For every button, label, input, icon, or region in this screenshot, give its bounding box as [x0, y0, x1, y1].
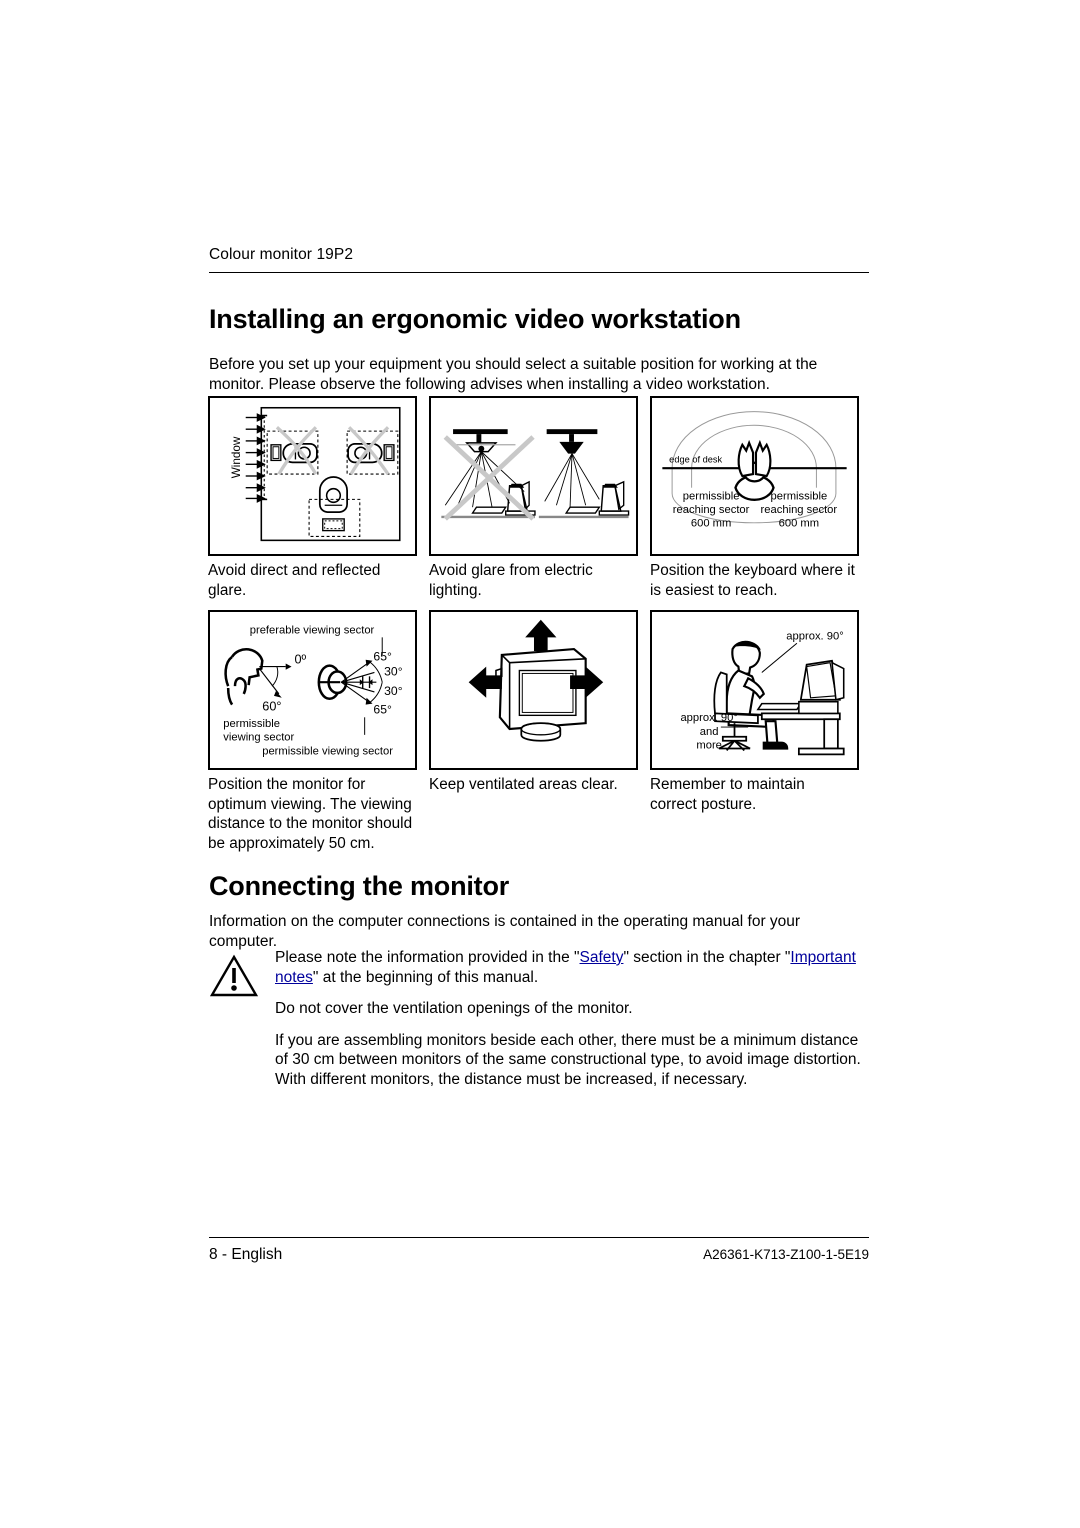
workstation-bottom — [308, 476, 361, 537]
footer-rule — [209, 1237, 869, 1238]
figure-label-approx-90-left-3: more — [696, 740, 722, 752]
note-paragraph-3: If you are assembling monitors beside ea… — [275, 1031, 861, 1088]
figure-label-edge-of-desk: edge of desk — [669, 454, 722, 464]
running-header: Colour monitor 19P2 — [209, 246, 869, 264]
link-safety[interactable]: Safety — [580, 949, 624, 966]
footer-document-number: A26361-K713-Z100-1-5E19 — [703, 1247, 869, 1262]
page-footer: 8 - English A26361-K713-Z100-1-5E19 — [209, 1246, 869, 1264]
figure-box-avoid-glare-lighting — [429, 396, 638, 556]
seated-person — [725, 640, 789, 750]
figure-label-angle-30-top: 30° — [384, 664, 403, 678]
intro-paragraph-ergonomic: Before you set up your equipment you sho… — [209, 356, 818, 393]
figure-caption-avoid-glare-window: Avoid direct and reflected glare. — [208, 562, 381, 599]
warning-triangle-glyph — [209, 954, 259, 997]
figure-caption-viewing-sector: Position the monitor for optimum viewing… — [208, 776, 413, 852]
figure-cell-viewing-sector: preferable viewing sector 0º 60° permiss… — [208, 610, 417, 853]
figure-label-angle-30-bottom: 30° — [384, 684, 403, 698]
figure-caption-keyboard-reach: Position the keyboard where it is easies… — [650, 562, 855, 599]
running-head-text: Colour monitor 19P2 — [209, 246, 354, 263]
diagram-avoid-glare-window: Window — [230, 406, 401, 542]
figure-label-window: Window — [230, 436, 243, 478]
figure-label-left-sector-1: permissible — [683, 490, 740, 502]
figure-label-right-sector-3: 600 mm — [779, 518, 819, 530]
diagram-avoid-glare-lighting — [441, 429, 630, 521]
note-body: Please note the information provided in … — [271, 948, 874, 1089]
intro-paragraph-connecting: Information on the computer connections … — [209, 913, 801, 950]
figure-box-keyboard-reach: edge of desk permissible reaching sector — [650, 396, 859, 556]
figure-row-2: preferable viewing sector 0º 60° permiss… — [208, 610, 860, 853]
note-p1-part1: Please note the information provided in … — [275, 949, 580, 966]
note-paragraph-1: Please note the information provided in … — [275, 948, 874, 987]
figure-label-permissible-2: viewing sector — [223, 732, 294, 744]
figure-grid: Window Avoid direct and reflected glare.… — [208, 396, 860, 853]
figure-label-approx-90-left-1: approx. 90° — [680, 712, 737, 724]
figure-label-angle-65-bottom: 65° — [373, 702, 392, 716]
figure-label-angle-60: 60° — [262, 699, 281, 713]
page-title-ergonomic: Installing an ergonomic video workstatio… — [209, 304, 741, 334]
figure-cell-posture: approx. 90° approx. 90° and more Remembe… — [650, 610, 859, 814]
person-top-view — [734, 439, 775, 501]
figure-label-approx-90-left-2: and — [700, 726, 719, 738]
page-title-connecting: Connecting the monitor — [209, 871, 510, 901]
figure-caption-avoid-glare-lighting: Avoid glare from electric lighting. — [429, 562, 593, 599]
header-rule — [209, 272, 869, 273]
figure-cell-keyboard-reach: edge of desk permissible reaching sector — [650, 396, 859, 600]
figure-cell-avoid-glare-lighting: Avoid glare from electric lighting. — [429, 396, 638, 600]
lighting-good — [538, 429, 630, 519]
workstation-left — [266, 426, 319, 475]
note-p1-part3: " at the beginning of this manual. — [312, 968, 539, 986]
figure-label-right-sector-1: permissible — [771, 490, 828, 502]
figure-label-approx-90-top: approx. 90° — [786, 630, 843, 642]
document-page: Colour monitor 19P2 Installing an ergono… — [0, 0, 1080, 1528]
figure-row-1: Window Avoid direct and reflected glare.… — [208, 396, 860, 600]
desk-monitor — [798, 659, 845, 715]
note-row: Please note the information provided in … — [209, 948, 874, 1089]
figure-label-preferable-viewing-sector: preferable viewing sector — [250, 624, 375, 636]
figure-box-ventilation — [429, 610, 638, 770]
figure-cell-ventilation: Keep ventilated areas clear. — [429, 610, 638, 795]
figure-box-avoid-glare-window: Window — [208, 396, 417, 556]
note-paragraph-2: Do not cover the ventilation openings of… — [275, 1000, 633, 1017]
figure-box-posture: approx. 90° approx. 90° and more — [650, 610, 859, 770]
figure-label-permissible-viewing-sector: permissible viewing sector — [262, 745, 393, 757]
diagram-posture: approx. 90° approx. 90° and more — [680, 630, 845, 756]
figure-caption-posture: Remember to maintain correct posture. — [650, 776, 805, 813]
figure-label-right-sector-2: reaching sector — [761, 504, 838, 516]
diagram-keyboard-reach: edge of desk permissible reaching sector — [662, 411, 847, 530]
figure-caption-ventilation: Keep ventilated areas clear. — [429, 776, 618, 793]
figure-label-angle-0: 0º — [294, 653, 306, 667]
note-block: Please note the information provided in … — [209, 948, 874, 1089]
warning-triangle-icon — [209, 948, 271, 1003]
diagram-viewing-sector: preferable viewing sector 0º 60° permiss… — [223, 624, 403, 757]
note-p1-part2: " section in the chapter " — [623, 949, 791, 966]
figure-label-permissible-1: permissible — [223, 718, 280, 730]
desk-keyboard — [756, 702, 803, 711]
footer-page-label: 8 - English — [209, 1246, 283, 1263]
lighting-bad — [441, 429, 536, 521]
figure-cell-avoid-glare-window: Window Avoid direct and reflected glare. — [208, 396, 417, 600]
diagram-ventilation — [468, 619, 604, 742]
head-side-view — [224, 648, 264, 706]
workstation-right — [346, 426, 399, 476]
figure-label-left-sector-3: 600 mm — [691, 518, 731, 530]
figure-box-viewing-sector: preferable viewing sector 0º 60° permiss… — [208, 610, 417, 770]
figure-label-left-sector-2: reaching sector — [673, 504, 750, 516]
figure-label-angle-65-top: 65° — [373, 650, 392, 664]
